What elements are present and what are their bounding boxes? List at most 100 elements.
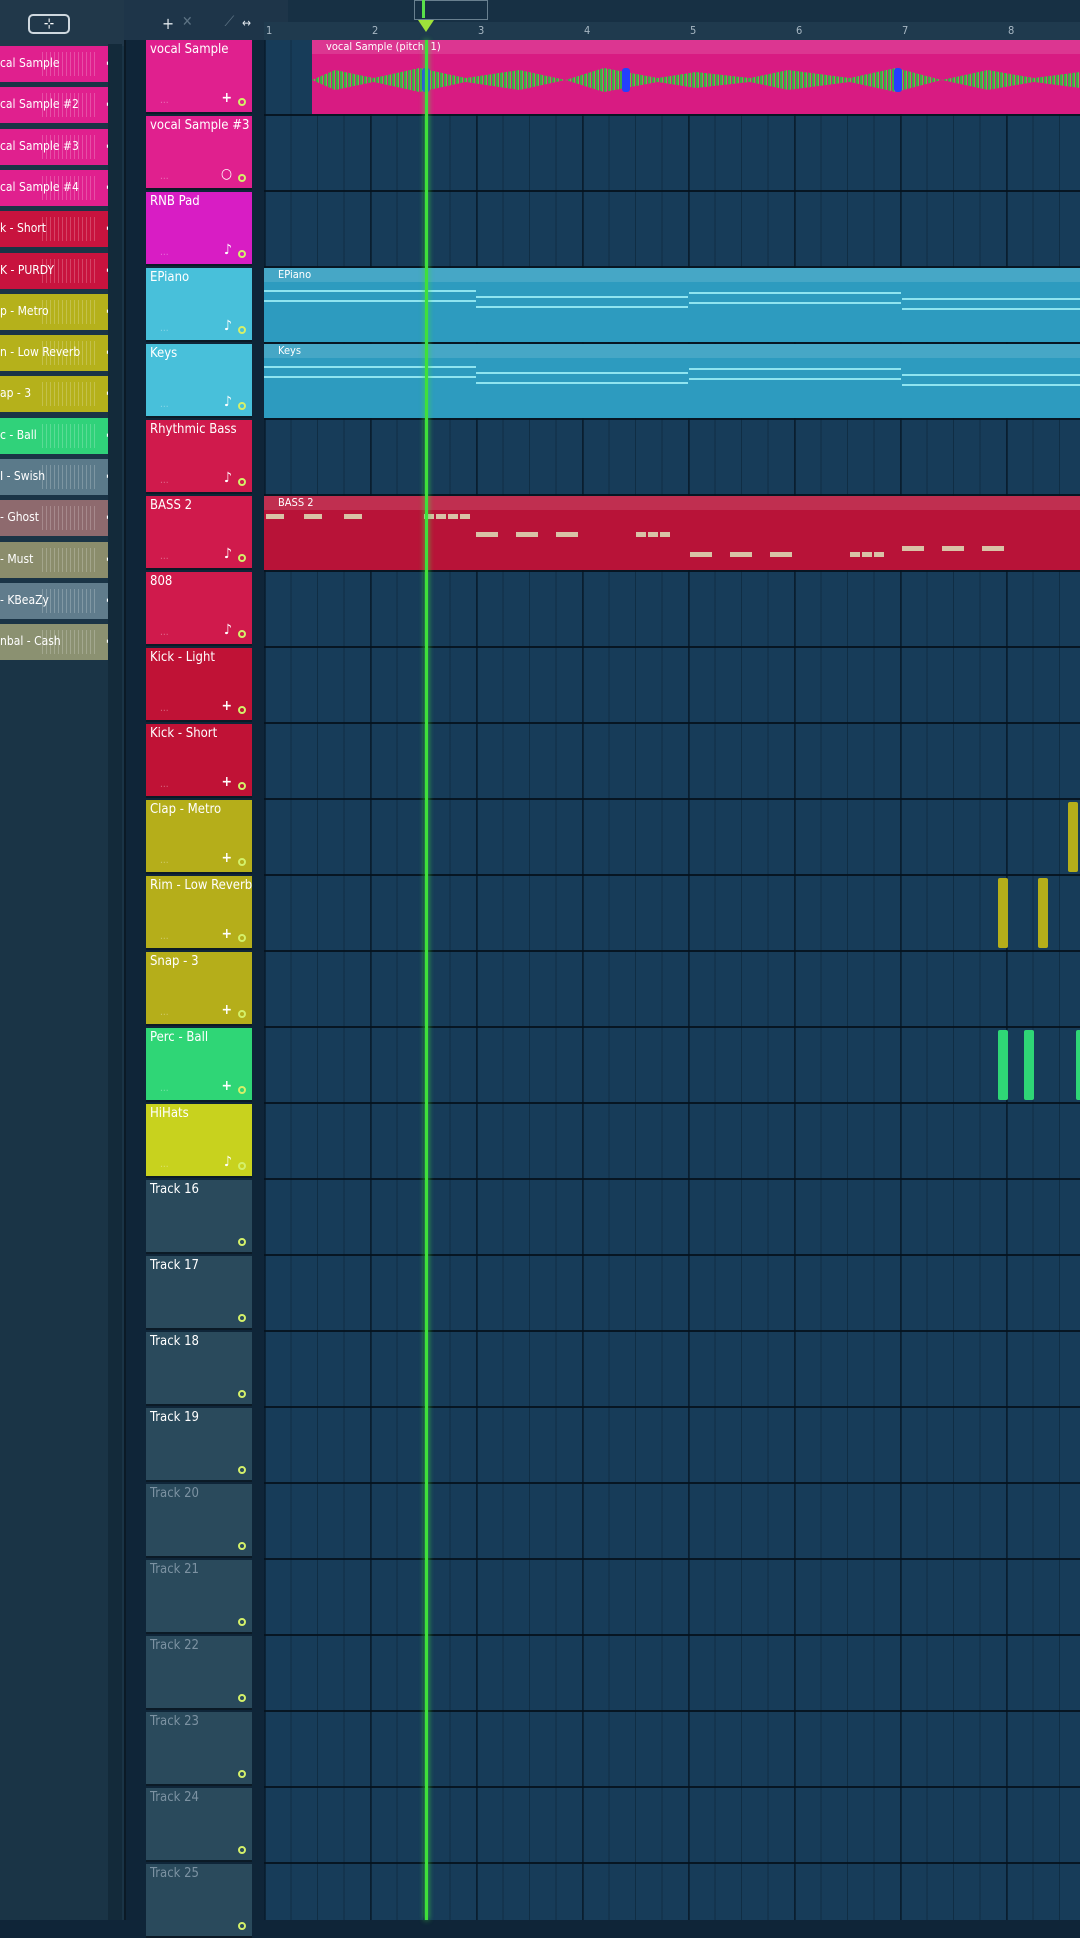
track-enable-led[interactable]	[238, 1314, 246, 1322]
track-enable-led[interactable]	[238, 1770, 246, 1778]
track-enable-led[interactable]	[238, 1162, 246, 1170]
pattern-clip[interactable]	[1038, 878, 1048, 948]
track-enable-led[interactable]	[238, 478, 246, 486]
track-header[interactable]: Track 19	[146, 1408, 252, 1482]
picker-clip[interactable]: cal Sample #2✚	[0, 87, 122, 124]
picker-view-button[interactable]: ⊹	[28, 14, 70, 34]
track-enable-led[interactable]	[238, 630, 246, 638]
picker-clip[interactable]: - Must✚	[0, 541, 122, 578]
track-enable-led[interactable]	[238, 1466, 246, 1474]
track-header[interactable]: Track 21	[146, 1560, 252, 1634]
zoom-arrows-icon[interactable]: ↔	[242, 16, 251, 30]
track-enable-led[interactable]	[238, 934, 246, 942]
track-header[interactable]: Clap - Metro +...	[146, 800, 252, 874]
track-header[interactable]: Rhythmic Bass ♪...	[146, 420, 252, 494]
drag-handle-icon[interactable]: +	[221, 1002, 232, 1018]
track-header[interactable]: Track 17	[146, 1256, 252, 1330]
drag-handle-icon[interactable]: +	[221, 698, 232, 714]
track-header[interactable]: Kick - Light +...	[146, 648, 252, 722]
pattern-clip[interactable]	[1024, 1030, 1034, 1100]
track-enable-led[interactable]	[238, 250, 246, 258]
picker-clip[interactable]: cal Sample✚	[0, 46, 122, 82]
track-header[interactable]: 808 ♪...	[146, 572, 252, 646]
timeline-ruler[interactable]: 1 2 3 4 5 6 7 8	[264, 22, 1080, 40]
playhead-marker-icon[interactable]	[418, 20, 434, 32]
drag-handle-icon[interactable]: +	[221, 90, 232, 106]
track-enable-led[interactable]	[238, 174, 246, 182]
note-icon[interactable]: ♪	[224, 546, 232, 562]
playhead[interactable]	[425, 40, 428, 1920]
track-header[interactable]: Track 22	[146, 1636, 252, 1710]
playlist-clip[interactable]: EPiano	[264, 268, 1080, 342]
track-enable-led[interactable]	[238, 782, 246, 790]
track-enable-led[interactable]	[238, 1618, 246, 1626]
note-icon[interactable]: ♪	[224, 1154, 232, 1170]
track-header[interactable]: Track 18	[146, 1332, 252, 1406]
note-icon[interactable]: ♪	[224, 622, 232, 638]
picker-clip[interactable]: I - Swish✚	[0, 459, 122, 495]
picker-clip[interactable]: ap - 3✚	[0, 376, 122, 413]
track-header[interactable]: RNB Pad ♪...	[146, 192, 252, 266]
playlist-clip[interactable]: Keys	[264, 344, 1080, 418]
drag-handle-icon[interactable]: +	[221, 1078, 232, 1094]
picker-clip[interactable]: - KBeaZy✚	[0, 582, 122, 619]
picker-scrollbar[interactable]	[108, 44, 122, 1920]
picker-clip[interactable]: c - Ball✚	[0, 417, 122, 454]
loop-icon[interactable]: ○	[221, 166, 232, 182]
picker-clip[interactable]: - Ghost✚	[0, 500, 122, 537]
track-header[interactable]: BASS 2 ♪...	[146, 496, 252, 570]
pattern-clip[interactable]	[998, 1030, 1008, 1100]
track-header[interactable]: HiHats ♪...	[146, 1104, 252, 1178]
track-enable-led[interactable]	[238, 1010, 246, 1018]
track-header[interactable]: Track 16	[146, 1180, 252, 1254]
track-enable-led[interactable]	[238, 1086, 246, 1094]
track-header[interactable]: Keys ♪...	[146, 344, 252, 418]
pattern-clip[interactable]	[1068, 802, 1078, 872]
track-enable-led[interactable]	[238, 402, 246, 410]
track-enable-led[interactable]	[238, 706, 246, 714]
track-enable-led[interactable]	[238, 554, 246, 562]
track-enable-led[interactable]	[238, 858, 246, 866]
track-header[interactable]: EPiano ♪...	[146, 268, 252, 342]
overview-window[interactable]	[414, 0, 488, 20]
pattern-clip[interactable]	[998, 878, 1008, 948]
pattern-clip[interactable]	[1076, 1030, 1080, 1100]
track-header[interactable]: Track 23	[146, 1712, 252, 1786]
drag-handle-icon[interactable]: +	[221, 926, 232, 942]
track-header[interactable]: vocal Sample #3 ○...	[146, 116, 252, 190]
track-enable-led[interactable]	[238, 1238, 246, 1246]
picker-clip[interactable]: nbal - Cash✚	[0, 624, 122, 661]
note-icon[interactable]: ♪	[224, 394, 232, 410]
track-enable-led[interactable]	[238, 326, 246, 334]
picker-clip[interactable]: cal Sample #3✚	[0, 128, 122, 165]
picker-clip[interactable]: cal Sample #4✚	[0, 169, 122, 206]
picker-clip[interactable]: K - PURDY✚	[0, 252, 122, 289]
add-track-icon[interactable]: +	[162, 14, 174, 33]
track-enable-led[interactable]	[238, 1390, 246, 1398]
track-enable-led[interactable]	[238, 1542, 246, 1550]
track-header[interactable]: Track 24	[146, 1788, 252, 1862]
picker-clip[interactable]: p - Metro✚	[0, 293, 122, 330]
track-header[interactable]: Perc - Ball +...	[146, 1028, 252, 1102]
track-header[interactable]: Snap - 3 +...	[146, 952, 252, 1026]
toolbar-tools-icon[interactable]: ✕ ⟋	[182, 14, 248, 30]
track-enable-led[interactable]	[238, 98, 246, 106]
note-icon[interactable]: ♪	[224, 318, 232, 334]
drag-handle-icon[interactable]: +	[221, 850, 232, 866]
drag-handle-icon[interactable]: +	[221, 774, 232, 790]
picker-clip[interactable]: k - Short✚	[0, 211, 122, 248]
track-header[interactable]: Kick - Short +...	[146, 724, 252, 798]
song-overview[interactable]	[288, 0, 1080, 22]
track-enable-led[interactable]	[238, 1694, 246, 1702]
note-icon[interactable]: ♪	[224, 470, 232, 486]
track-enable-led[interactable]	[238, 1846, 246, 1854]
track-header[interactable]: vocal Sample +...	[146, 40, 252, 114]
note-icon[interactable]: ♪	[224, 242, 232, 258]
track-enable-led[interactable]	[238, 1922, 246, 1930]
track-name: EPiano	[150, 270, 190, 285]
picker-clip[interactable]: n - Low Reverb✚	[0, 335, 122, 372]
playlist-clip[interactable]: BASS 2	[264, 496, 1080, 570]
track-header[interactable]: Rim - Low Reverb +...	[146, 876, 252, 950]
track-header[interactable]: Track 25	[146, 1864, 252, 1938]
track-header[interactable]: Track 20	[146, 1484, 252, 1558]
